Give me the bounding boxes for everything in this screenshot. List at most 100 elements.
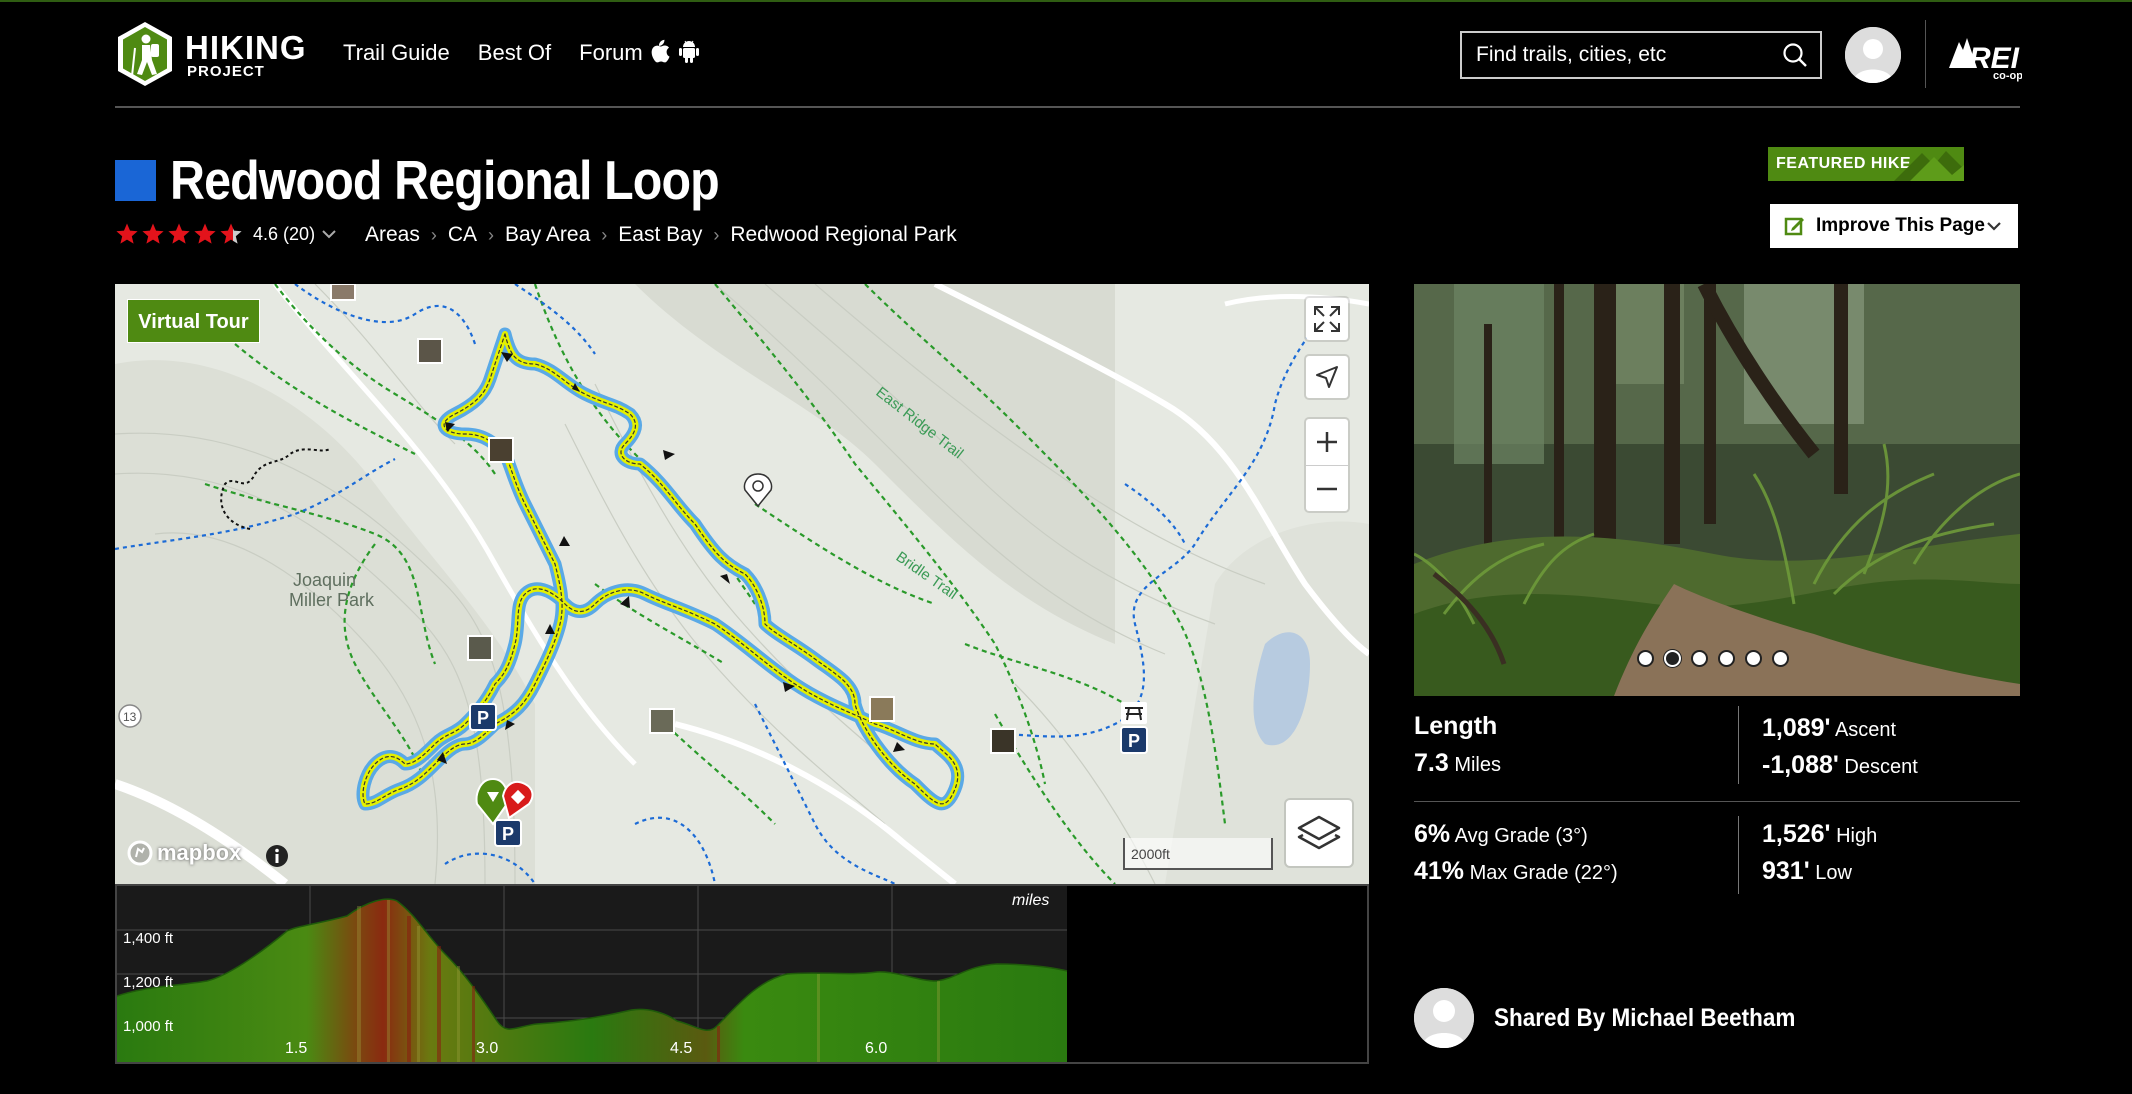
low-value: 931' Low [1762,857,1852,885]
hiker-logo-icon [118,22,172,86]
stats-divider [1738,816,1739,894]
rating[interactable]: 4.6 (20) [115,222,337,246]
park-label-2: Miller Park [289,590,375,610]
x-tick-6-0: 6.0 [865,1040,888,1057]
page-title: Redwood Regional Loop [170,149,720,211]
search-box [1460,31,1822,79]
hiking-project-logo[interactable]: HIKING PROJECT [115,20,307,90]
breadcrumb-item[interactable]: Redwood Regional Park [730,223,956,247]
breadcrumb-separator-icon: › [430,224,437,245]
virtual-tour-button[interactable]: Virtual Tour [127,299,260,343]
chevron-down-icon [1987,222,2001,231]
grade-stat: 6% Avg Grade (3°) 41% Max Grade (22°) [1414,820,1618,886]
info-icon[interactable] [265,844,289,868]
carousel-dot[interactable] [1772,650,1789,667]
length-value: 7.3 Miles [1414,749,1501,777]
park-label: Joaquin [293,570,356,590]
site-header: HIKING PROJECT Trail Guide Best Of Forum [115,18,2022,108]
zoom-controls [1306,419,1348,511]
search-input[interactable] [1476,41,1766,69]
svg-text:P: P [477,708,489,728]
scale-label: 2000ft [1131,846,1170,862]
star-rating [115,222,243,246]
layers-icon [1297,815,1341,850]
carousel-dot[interactable] [1664,650,1681,667]
logo-text-hiking: HIKING [185,29,307,66]
mapbox-attribution[interactable]: mapbox [127,840,241,866]
nav-trail-guide[interactable]: Trail Guide [343,40,450,66]
map-scale-bar: 2000ft [1123,838,1273,870]
elevation-unit-label: miles [1012,892,1050,909]
nav-forum[interactable]: Forum [579,40,643,66]
difficulty-square-icon [115,160,156,201]
y-tick-1000: 1,000 ft [123,1018,174,1035]
app-links [648,38,700,64]
avg-grade: 6% Avg Grade (3°) [1414,820,1588,848]
main-nav: Trail Guide Best Of Forum [343,40,643,66]
featured-badge-label: FEATURED HIKE [1776,155,1912,172]
star-icon [194,223,216,244]
shared-by-label: Shared By Michael Beetham [1494,1003,1796,1032]
header-divider [1925,20,1926,88]
trail-photo[interactable] [1414,284,2020,696]
user-avatar-icon [1414,988,1474,1048]
user-avatar[interactable] [1845,27,1901,83]
zoom-out-button[interactable] [1306,465,1348,511]
breadcrumb-item[interactable]: CA [448,223,477,247]
elevation-chart [117,886,1068,1062]
carousel-dot[interactable] [1745,650,1762,667]
x-tick-3-0: 3.0 [476,1040,499,1057]
breadcrumb-item[interactable]: Areas [365,223,420,247]
breadcrumb-separator-icon: › [488,224,495,245]
breadcrumb-item[interactable]: East Bay [618,223,702,247]
x-tick-4-5: 4.5 [670,1040,693,1057]
road-13-label: 13 [123,710,137,724]
apple-icon[interactable] [648,38,670,64]
nav-best-of[interactable]: Best Of [478,40,551,66]
android-icon[interactable] [678,38,700,64]
chevron-down-icon[interactable] [321,228,337,240]
y-tick-1200: 1,200 ft [123,974,174,991]
forest-photo [1414,284,2020,696]
mapbox-logo-icon [127,840,153,866]
improve-page-button[interactable]: Improve This Page [1770,204,2018,248]
photo-carousel-dots [1637,650,1789,667]
high-value: 1,526' High [1762,820,1878,848]
stats-hdivider [1414,801,2020,802]
y-tick-1400: 1,400 ft [123,930,174,947]
improve-page-label: Improve This Page [1816,215,1985,236]
breadcrumb-separator-icon: › [713,224,720,245]
ascent-value: 1,089' Ascent [1762,714,1897,742]
featured-hike-badge: FEATURED HIKE [1768,147,1964,181]
map-layers-button[interactable] [1286,800,1352,866]
contributor-avatar[interactable] [1414,988,1474,1048]
locate-button[interactable] [1306,356,1348,398]
carousel-dot[interactable] [1718,650,1735,667]
stats-divider [1738,706,1739,784]
max-grade: 41% Max Grade (22°) [1414,857,1618,885]
zoom-in-button[interactable] [1306,419,1348,465]
x-tick-1-5: 1.5 [285,1040,308,1057]
search-icon[interactable] [1782,42,1808,68]
star-icon [142,223,164,244]
svg-text:P: P [502,824,514,844]
breadcrumb-item[interactable]: Bay Area [505,223,590,247]
star-icon [168,223,190,244]
edit-icon [1784,217,1804,236]
mountain-icon [1894,151,1964,181]
descent-value: -1,088' Descent [1762,751,1918,779]
star-icon [220,223,242,244]
trail-map[interactable]: P P P 13 Joaquin Miller Park East Ridge … [115,284,1369,884]
mapbox-text: mapbox [157,840,242,865]
elevation-profile[interactable]: miles 1,400 ft 1,200 ft 1,000 ft 1.5 3.0… [115,884,1369,1064]
shared-by[interactable]: Shared By Michael Beetham [1414,988,1829,1048]
ascent-descent-stat: 1,089' Ascent -1,088' Descent [1762,714,1918,780]
carousel-dot[interactable] [1691,650,1708,667]
rei-logo[interactable]: REI co-op [1947,28,2022,82]
svg-text:P: P [1128,731,1140,751]
minus-icon [1317,487,1337,490]
fullscreen-button[interactable] [1306,298,1348,340]
carousel-dot[interactable] [1637,650,1654,667]
logo-text-project: PROJECT [187,63,265,80]
navigation-arrow-icon [1316,366,1338,388]
